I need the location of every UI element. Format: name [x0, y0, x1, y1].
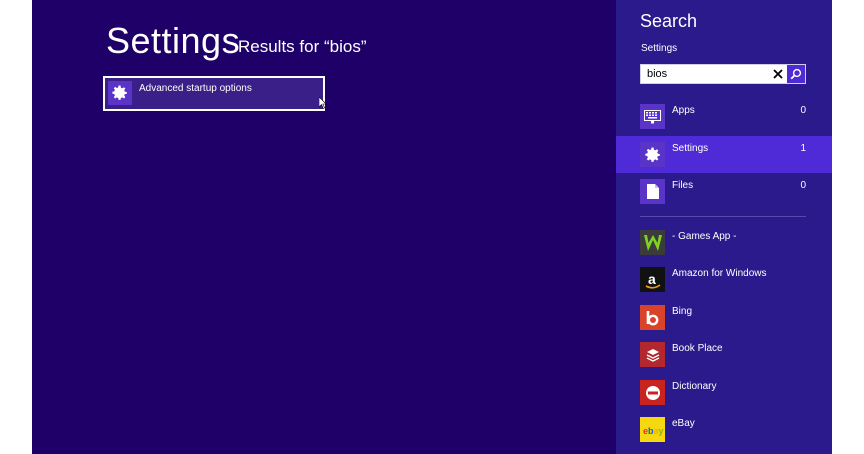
- bing-icon: [640, 305, 665, 330]
- amazon-icon: a: [640, 267, 665, 292]
- app-amazon-for-windows[interactable]: a Amazon for Windows: [616, 261, 832, 298]
- divider: [640, 216, 806, 217]
- book-place-icon: [640, 342, 665, 367]
- app-dictionary[interactable]: Dictionary: [616, 374, 832, 411]
- category-count: 0: [800, 105, 806, 116]
- app-games-app[interactable]: - Games App -: [616, 224, 832, 261]
- mouse-pointer-icon: [319, 97, 327, 109]
- result-advanced-startup-options[interactable]: Advanced startup options: [103, 76, 325, 111]
- category-count: 0: [800, 180, 806, 191]
- result-label: Advanced startup options: [139, 83, 252, 94]
- app-label: Amazon for Windows: [672, 268, 767, 279]
- app-bing[interactable]: Bing: [616, 299, 832, 336]
- file-icon: [640, 179, 665, 204]
- results-title: Settings: [106, 20, 241, 61]
- svg-text:a: a: [648, 271, 656, 287]
- results-subtitle: Results for “bios”: [238, 37, 367, 56]
- search-box: [640, 64, 806, 84]
- svg-text:ebay: ebay: [643, 426, 664, 436]
- app-label: eBay: [672, 418, 695, 429]
- app-label: Bing: [672, 306, 693, 317]
- dictionary-icon: [640, 380, 665, 405]
- ebay-icon: ebay: [640, 417, 665, 442]
- app-label: Dictionary: [672, 381, 717, 392]
- search-go-button[interactable]: [787, 65, 805, 83]
- app-book-place[interactable]: Book Place: [616, 336, 832, 373]
- games-app-icon: [640, 230, 665, 255]
- search-input[interactable]: [644, 66, 770, 82]
- category-label: Settings: [672, 143, 709, 154]
- category-label: Apps: [672, 105, 695, 116]
- search-scope-label: Settings: [641, 43, 678, 54]
- app-label: Book Place: [672, 343, 723, 354]
- search-charm-pane: Search Settings Apps 0 Settings 1: [616, 0, 832, 454]
- start-screen: Settings Results for “bios” Advanced sta…: [32, 0, 832, 454]
- charm-title: Search: [640, 11, 698, 31]
- category-settings[interactable]: Settings 1: [616, 136, 832, 173]
- app-ebay[interactable]: ebay eBay: [616, 411, 832, 448]
- gear-icon: [640, 142, 665, 167]
- category-apps[interactable]: Apps 0: [616, 98, 832, 135]
- category-files[interactable]: Files 0: [616, 173, 832, 210]
- gear-icon: [108, 81, 132, 105]
- clear-search-button[interactable]: [769, 65, 787, 83]
- app-label: - Games App -: [672, 231, 737, 242]
- keyboard-icon: [640, 104, 665, 129]
- category-label: Files: [672, 180, 694, 191]
- close-icon: [773, 69, 783, 79]
- category-count: 1: [800, 143, 806, 154]
- search-icon: [790, 68, 802, 80]
